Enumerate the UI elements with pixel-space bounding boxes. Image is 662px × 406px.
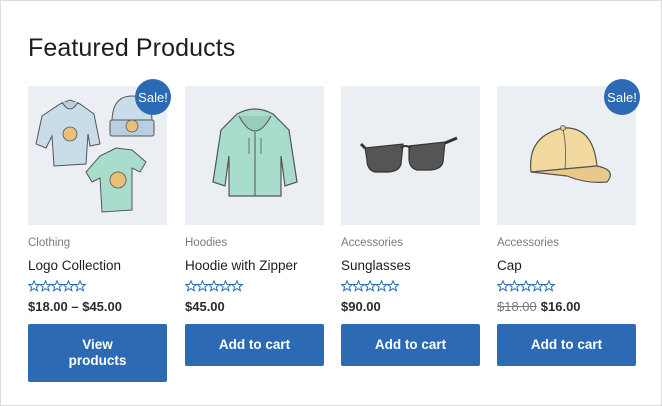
product-price: $18.00 $16.00 [497,299,636,315]
sale-price: $16.00 [540,299,581,314]
star-icon [496,279,510,292]
view-products-button[interactable]: View products [28,324,167,382]
star-rating-icons [184,279,244,292]
add-to-cart-button[interactable]: Add to cart [341,324,480,366]
star-icon [507,279,522,292]
original-price: $18.00 [497,299,537,314]
product-name[interactable]: Sunglasses [341,258,480,275]
product-image[interactable]: Sale! [497,79,640,225]
product-name[interactable]: Logo Collection [28,258,167,275]
product-name[interactable]: Cap [497,258,636,275]
product-price: $45.00 [185,299,225,314]
star-rating-icons [496,279,556,292]
star-rating-icons [340,279,400,292]
product-grid: Sale! Clothing Logo Collection $18.00 – … [27,79,648,386]
product-price: $18.00 – $45.00 [28,299,122,314]
star-icon [27,279,41,292]
product-category: Accessories [497,237,559,249]
product-card: Hoodies Hoodie with Zipper $45.00 Add to… [184,86,324,366]
star-icon [61,279,76,292]
star-icon [184,279,198,292]
star-rating [340,279,480,293]
star-icon [351,279,366,292]
star-icon [230,279,244,292]
product-card: Sale! Accessories Cap $18.00 $16.00 Add t… [496,79,640,366]
product-image[interactable] [185,86,324,225]
star-icon [50,279,64,292]
product-image[interactable] [341,86,480,225]
product-category: Accessories [341,237,403,249]
star-rating [27,279,167,293]
star-icon [363,279,377,292]
star-rating [496,279,636,293]
product-card: Accessories Sunglasses $90.00 Add to car… [340,86,480,366]
product-category: Hoodies [185,237,228,249]
product-image[interactable]: Sale! [28,79,171,225]
star-rating [184,279,324,293]
hoodie-icon [212,108,298,197]
star-icon [519,279,533,292]
section-title: Featured Products [28,34,236,62]
product-card: Sale! Clothing Logo Collection $18.00 – … [27,79,171,382]
star-icon [374,279,389,292]
product-name[interactable]: Hoodie with Zipper [185,258,324,275]
star-icon [542,279,556,292]
add-to-cart-button[interactable]: Add to cart [185,324,324,366]
sunglasses-icon [359,136,458,173]
star-rating-icons [27,279,87,292]
star-icon [195,279,210,292]
star-icon [340,279,354,292]
star-icon [218,279,233,292]
star-icon [207,279,221,292]
product-category: Clothing [28,237,71,249]
star-icon [73,279,87,292]
sale-badge: Sale! [604,79,640,115]
star-icon [386,279,400,292]
sale-badge: Sale! [135,79,171,115]
star-icon [530,279,545,292]
product-price: $90.00 [341,299,381,314]
star-icon [38,279,53,292]
add-to-cart-button[interactable]: Add to cart [497,324,636,366]
